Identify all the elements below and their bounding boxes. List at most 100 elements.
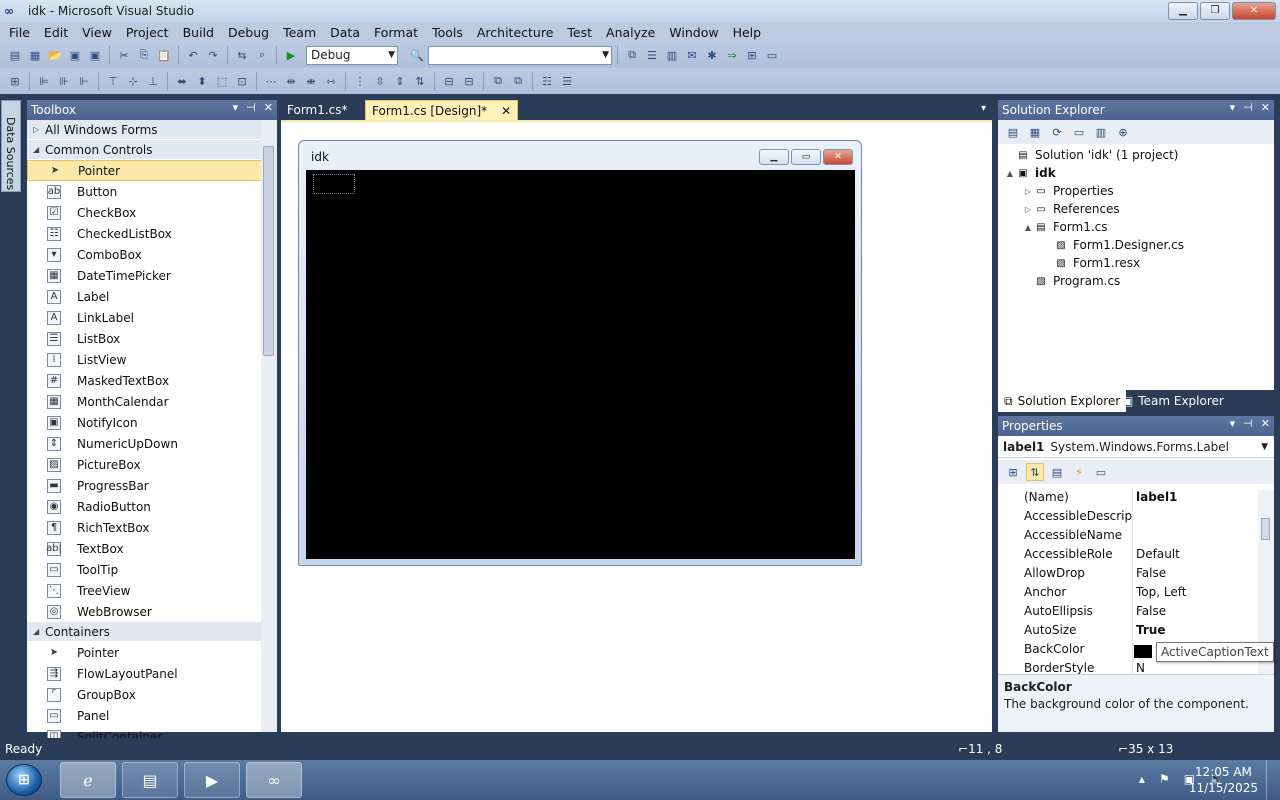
designer-form[interactable]: idk ▁ ▭ ✕ <box>298 140 862 566</box>
toolbox-item-combobox[interactable]: ▾ ComboBox <box>27 244 277 265</box>
view-designer-icon[interactable]: ▥ <box>1092 123 1110 141</box>
tab-team-explorer[interactable]: ▣ Team Explorer <box>1116 390 1230 412</box>
property-row[interactable]: AllowDrop False <box>998 566 1258 585</box>
solution-explorer-icon[interactable]: ⧉ <box>623 46 641 64</box>
toolbox-item-pointer[interactable]: ➤ Pointer <box>27 160 277 181</box>
view-class-diagram-icon[interactable]: ⊕ <box>1114 123 1132 141</box>
menu-architecture[interactable]: Architecture <box>470 25 561 40</box>
flag-icon[interactable]: ⚑ <box>1159 772 1170 786</box>
increase-h-spacing-icon[interactable]: ⇹ <box>282 72 300 90</box>
size-to-grid-icon[interactable]: ⊡ <box>233 72 251 90</box>
properties-view-icon[interactable]: ▤ <box>1048 463 1066 481</box>
tab-form1-design[interactable]: Form1.cs [Design]* ✕ <box>365 100 519 120</box>
property-row[interactable]: (Name) label1 <box>998 490 1258 509</box>
menu-debug[interactable]: Debug <box>221 25 276 40</box>
menu-edit[interactable]: Edit <box>37 25 75 40</box>
property-row[interactable]: AccessibleName <box>998 528 1258 547</box>
properties-icon[interactable]: ▤ <box>1004 123 1022 141</box>
toolbox-item-groupbox[interactable]: ⌜ GroupBox <box>27 684 277 705</box>
extensions-icon[interactable]: ✱ <box>703 46 721 64</box>
align-rights-icon[interactable]: ⊩ <box>75 72 93 90</box>
alphabetical-icon[interactable]: ⇅ <box>1026 463 1044 481</box>
tab-form1-code[interactable]: Form1.cs* <box>281 100 354 120</box>
toolbox-item-richtextbox[interactable]: ¶ RichTextBox <box>27 517 277 538</box>
toolbar-options-icon[interactable]: ☰ <box>558 72 576 90</box>
menu-format[interactable]: Format <box>367 25 425 40</box>
data-sources-tab[interactable]: Data Sources <box>1 100 21 192</box>
tree-item[interactable]: ▲ ▤ Form1.cs <box>998 218 1274 236</box>
align-bottoms-icon[interactable]: ⊥ <box>144 72 162 90</box>
center-horizontally-icon[interactable]: ⊟ <box>440 72 458 90</box>
menu-help[interactable]: Help <box>726 25 769 40</box>
property-value[interactable]: label1 <box>1132 490 1258 509</box>
save-all-icon[interactable]: ▣ <box>86 46 104 64</box>
tree-item[interactable]: ▧ Form1.resx <box>998 254 1274 272</box>
menu-project[interactable]: Project <box>119 25 176 40</box>
paste-icon[interactable]: 📋 <box>155 46 173 64</box>
tree-item[interactable]: ▧ Program.cs <box>998 272 1274 290</box>
start-button[interactable]: ⊞ <box>6 764 42 796</box>
property-value[interactable]: Default <box>1132 547 1258 566</box>
se-close-icon[interactable]: ✕ <box>1261 101 1270 114</box>
align-centers-icon[interactable]: ⊪ <box>55 72 73 90</box>
solution-config-dropdown[interactable]: Debug ▼ <box>306 45 398 65</box>
refresh-icon[interactable]: ⟳ <box>1048 123 1066 141</box>
props-close-icon[interactable]: ✕ <box>1261 417 1270 430</box>
find-in-files-icon[interactable]: 🔍 <box>408 46 426 64</box>
se-pin-icon[interactable]: ⊣ <box>1243 101 1253 114</box>
copy-icon[interactable]: ⎘ <box>135 46 153 64</box>
align-to-grid-icon[interactable]: ⊞ <box>6 72 24 90</box>
property-value[interactable]: Top, Left <box>1132 585 1258 604</box>
horizontal-spacing-icon[interactable]: ⋯ <box>262 72 280 90</box>
toolbox-item-monthcalendar[interactable]: ▦ MonthCalendar <box>27 391 277 412</box>
menu-analyze[interactable]: Analyze <box>599 25 662 40</box>
scroll-thumb[interactable] <box>263 146 274 356</box>
toolbox-close-icon[interactable]: ✕ <box>264 101 273 114</box>
find-combo[interactable]: ▼ <box>428 45 612 65</box>
tab-solution-explorer[interactable]: ⧉ Solution Explorer <box>998 390 1127 412</box>
property-row[interactable]: AccessibleRole Default <box>998 547 1258 566</box>
toolbox-item-numericupdown[interactable]: ⇕ NumericUpDown <box>27 433 277 454</box>
toolbox-item-webbrowser[interactable]: ◎ WebBrowser <box>27 601 277 622</box>
taskbar-ie[interactable]: ℯ <box>60 762 116 798</box>
start-debugging-icon[interactable]: ▶ <box>282 46 300 64</box>
close-button[interactable]: ✕ <box>1232 2 1276 20</box>
menu-test[interactable]: Test <box>560 25 599 40</box>
property-value[interactable] <box>1132 528 1258 547</box>
align-lefts-icon[interactable]: ⊫ <box>35 72 53 90</box>
view-code-icon[interactable]: ▭ <box>1070 123 1088 141</box>
toolbox-item-datetimepicker[interactable]: ▦ DateTimePicker <box>27 265 277 286</box>
center-vertically-icon[interactable]: ⊟ <box>460 72 478 90</box>
decrease-h-spacing-icon[interactable]: ⇼ <box>302 72 320 90</box>
expand-arrow-icon[interactable]: ▷ <box>1022 205 1034 214</box>
redo-icon[interactable]: ↷ <box>204 46 222 64</box>
decrease-v-spacing-icon[interactable]: ⇕ <box>391 72 409 90</box>
class-view-icon[interactable]: ⊞ <box>743 46 761 64</box>
vertical-spacing-icon[interactable]: ⋮ <box>351 72 369 90</box>
taskbar-media[interactable]: ▶ <box>184 762 240 798</box>
bring-to-front-icon[interactable]: ⧉ <box>489 72 507 90</box>
toolbox-scrollbar[interactable] <box>261 120 277 732</box>
cut-icon[interactable]: ✂ <box>115 46 133 64</box>
property-row[interactable]: Anchor Top, Left <box>998 585 1258 604</box>
taskbar-explorer[interactable]: ▤ <box>122 762 178 798</box>
property-value[interactable]: False <box>1132 604 1258 623</box>
toolbox-item-progressbar[interactable]: ▬ ProgressBar <box>27 475 277 496</box>
expand-arrow-icon[interactable]: ▲ <box>1004 169 1016 178</box>
show-all-files-icon[interactable]: ▦ <box>1026 123 1044 141</box>
toolbox-item-picturebox[interactable]: ▨ PictureBox <box>27 454 277 475</box>
toolbox-icon[interactable]: ✉ <box>683 46 701 64</box>
save-icon[interactable]: ▣ <box>66 46 84 64</box>
tree-item[interactable]: ▧ Form1.Designer.cs <box>998 236 1274 254</box>
make-same-size-icon[interactable]: ⬚ <box>213 72 231 90</box>
toolbox-item-flowlayoutpanel[interactable]: ⇶ FlowLayoutPanel <box>27 663 277 684</box>
taskbar-visual-studio[interactable]: ∞ <box>246 762 302 798</box>
toolbox-item-listview[interactable]: ⁞ ListView <box>27 349 277 370</box>
menu-window[interactable]: Window <box>662 25 725 40</box>
menu-view[interactable]: View <box>75 25 119 40</box>
label1-selection[interactable] <box>313 174 355 194</box>
tree-item[interactable]: ▷ ▭ Properties <box>998 182 1274 200</box>
toolbox-item-checkbox[interactable]: ☑ CheckBox <box>27 202 277 223</box>
send-to-back-icon[interactable]: ⧉ <box>509 72 527 90</box>
menu-tools[interactable]: Tools <box>425 25 470 40</box>
